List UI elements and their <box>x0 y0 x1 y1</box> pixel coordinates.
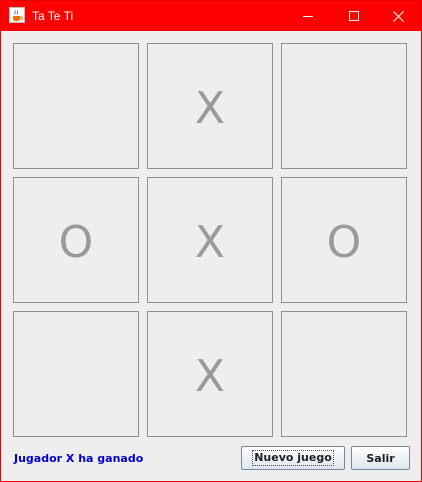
java-coffee-cup-icon[interactable] <box>9 7 25 23</box>
game-status-label: Jugador X ha ganado <box>14 452 144 465</box>
game-board: X O X O X Jugador X ha ganado Nuevo jueg… <box>1 31 421 481</box>
board-cell[interactable]: X <box>147 177 273 303</box>
board-cell[interactable]: O <box>281 177 407 303</box>
window-title: Ta Te Ti <box>32 9 74 23</box>
board-cell[interactable] <box>13 311 139 437</box>
minimize-icon <box>303 11 313 21</box>
board-cell[interactable] <box>281 311 407 437</box>
minimize-button[interactable] <box>285 1 331 31</box>
maximize-button[interactable] <box>331 1 377 31</box>
board-cell[interactable]: X <box>147 311 273 437</box>
new-game-button-label: Nuevo juego <box>252 450 334 466</box>
board-cell[interactable] <box>13 43 139 169</box>
board-cell[interactable]: O <box>13 177 139 303</box>
cell-mark: X <box>194 83 226 134</box>
exit-button[interactable]: Salir <box>351 446 410 470</box>
app-window: Ta Te Ti X O X O X Jugador X ha ganado N… <box>0 0 422 482</box>
cell-mark: X <box>194 217 226 268</box>
board-cell[interactable]: X <box>147 43 273 169</box>
close-icon <box>392 10 404 22</box>
close-button[interactable] <box>375 1 421 31</box>
exit-button-label: Salir <box>366 451 395 465</box>
maximize-icon <box>349 11 359 21</box>
cell-mark: O <box>326 217 362 268</box>
board-cell[interactable] <box>281 43 407 169</box>
cell-mark: X <box>194 351 226 402</box>
cell-mark: O <box>58 217 94 268</box>
new-game-button[interactable]: Nuevo juego <box>241 446 345 470</box>
title-bar[interactable]: Ta Te Ti <box>1 1 421 31</box>
